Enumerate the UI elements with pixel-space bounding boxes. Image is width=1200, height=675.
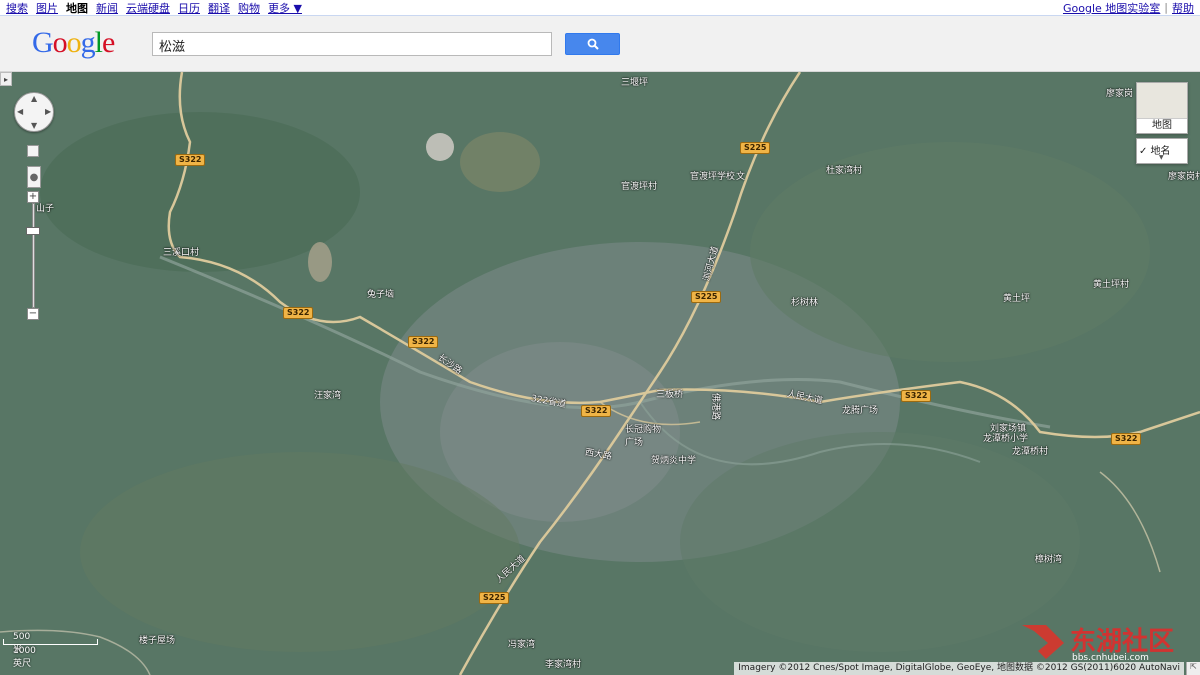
place-label: 兔子垴 xyxy=(367,290,395,300)
logo-letter: e xyxy=(102,26,115,59)
labels-toggle[interactable]: ✓ 地名 ▼ xyxy=(1136,138,1188,164)
pan-left-icon[interactable]: ◀ xyxy=(17,107,23,116)
maps-labs-link[interactable]: Google 地图实验室 xyxy=(1063,0,1160,16)
zoom-out-button[interactable]: − xyxy=(27,308,39,320)
place-label: 长冠购物广场 xyxy=(625,425,662,448)
place-label: 廖家岗 xyxy=(1106,89,1134,99)
road-shield: S322 xyxy=(283,307,314,319)
logo-letter: G xyxy=(32,26,54,59)
place-label: 龙潭桥村 xyxy=(1012,447,1049,457)
place-label: 佛港路 xyxy=(710,392,721,421)
search-button[interactable] xyxy=(565,33,620,55)
scale-tick xyxy=(3,639,4,644)
labels-toggle-label: ✓ 地名 xyxy=(1139,146,1171,157)
place-label: 李家湾村 xyxy=(545,660,582,670)
nav-link-drive[interactable]: 云端硬盘 xyxy=(126,0,170,16)
zoom-slider-thumb[interactable] xyxy=(26,227,40,235)
search-icon xyxy=(587,38,599,50)
top-nav-bar: 搜索 图片 地图 新闻 云端硬盘 日历 翻译 购物 更多 ▼ Google 地图… xyxy=(0,0,1200,16)
place-label: 三堰坪 xyxy=(621,78,649,88)
road-shield: S322 xyxy=(901,390,932,402)
nav-link-shopping[interactable]: 购物 xyxy=(238,0,260,16)
road-shield: S225 xyxy=(740,142,771,154)
nav-link-images[interactable]: 图片 xyxy=(36,0,58,16)
place-label: 黄土坪 xyxy=(1003,294,1031,304)
logo-letter: l xyxy=(94,26,103,59)
top-nav-links: 搜索 图片 地图 新闻 云端硬盘 日历 翻译 购物 更多 ▼ xyxy=(6,0,1063,16)
road-shield: S322 xyxy=(581,405,612,417)
place-label: 官渡坪学校 xyxy=(690,172,736,182)
nav-separator: | xyxy=(1164,1,1168,14)
scale-tick xyxy=(97,639,98,644)
chevron-down-icon[interactable]: ▼ xyxy=(1159,154,1164,161)
place-label: 廖家岗村 xyxy=(1168,172,1200,182)
nav-link-more[interactable]: 更多 ▼ xyxy=(268,0,302,16)
place-label: 龙腾广场 xyxy=(842,406,879,416)
map-type-button[interactable]: 地图 xyxy=(1136,82,1188,134)
pan-down-icon[interactable]: ▼ xyxy=(31,121,37,130)
nav-link-news[interactable]: 新闻 xyxy=(96,0,118,16)
collapse-panel-button[interactable]: ▸ xyxy=(0,72,12,86)
place-label: 楼子屋场 xyxy=(139,636,176,646)
nav-link-calendar[interactable]: 日历 xyxy=(178,0,200,16)
map-type-label: 地图 xyxy=(1137,118,1187,133)
road-shield: S322 xyxy=(408,336,439,348)
search-header: Google 松滋 xyxy=(0,16,1200,72)
road-shield: S322 xyxy=(1111,433,1142,445)
logo-letter: g xyxy=(80,26,96,59)
place-label: 杜家湾村 xyxy=(826,166,863,176)
satellite-map[interactable]: 三堰坪 官渡坪村 官渡坪学校 文 杜家湾村 廖家岗 廖家岗村 三溪口村 兔子垴 … xyxy=(0,72,1200,675)
place-label: 汪家湾 xyxy=(314,391,342,401)
place-label: 文 xyxy=(736,172,746,182)
place-label: 三溪口村 xyxy=(163,248,200,258)
road-shield: S322 xyxy=(175,154,206,166)
place-label: 黄土坪村 xyxy=(1093,280,1130,290)
place-label: 三板桥 xyxy=(656,390,684,400)
google-logo[interactable]: Google xyxy=(32,26,115,60)
watermark-logo-icon xyxy=(1022,625,1064,659)
top-nav-right: Google 地图实验室 | 帮助 xyxy=(1063,0,1194,16)
street-view-pegman-icon[interactable]: ● xyxy=(27,166,41,188)
nav-link-translate[interactable]: 翻译 xyxy=(208,0,230,16)
search-input[interactable]: 松滋 xyxy=(152,32,552,56)
scale-imperial: 1000 英尺 xyxy=(13,646,36,669)
place-label: 樟树湾 xyxy=(1035,555,1063,565)
logo-letter: o xyxy=(52,26,68,59)
place-label: 贺炳炎中学 xyxy=(651,456,697,466)
reset-view-button[interactable] xyxy=(27,145,39,157)
place-label: 冯家湾 xyxy=(508,640,536,650)
place-label: 杉树林 xyxy=(791,298,819,308)
map-copyright: Imagery ©2012 Cnes/Spot Image, DigitalGl… xyxy=(734,662,1184,675)
place-label: 官渡坪村 xyxy=(621,182,658,192)
pan-control[interactable]: ▲ ▼ ◀ ▶ xyxy=(14,92,54,132)
pan-right-icon[interactable]: ▶ xyxy=(45,107,51,116)
place-label: 龙潭桥小学 xyxy=(983,434,1029,444)
pan-up-icon[interactable]: ▲ xyxy=(31,94,37,103)
nav-link-maps[interactable]: 地图 xyxy=(66,0,88,16)
zoom-in-button[interactable]: + xyxy=(27,191,39,203)
road-shield: S225 xyxy=(691,291,722,303)
scale-line xyxy=(3,644,98,645)
nav-link-search[interactable]: 搜索 xyxy=(6,0,28,16)
logo-letter: o xyxy=(66,26,82,59)
resize-corner-icon[interactable]: ⇱ xyxy=(1186,662,1200,675)
zoom-slider[interactable] xyxy=(32,203,35,308)
help-link[interactable]: 帮助 xyxy=(1172,0,1194,16)
road-shield: S225 xyxy=(479,592,510,604)
